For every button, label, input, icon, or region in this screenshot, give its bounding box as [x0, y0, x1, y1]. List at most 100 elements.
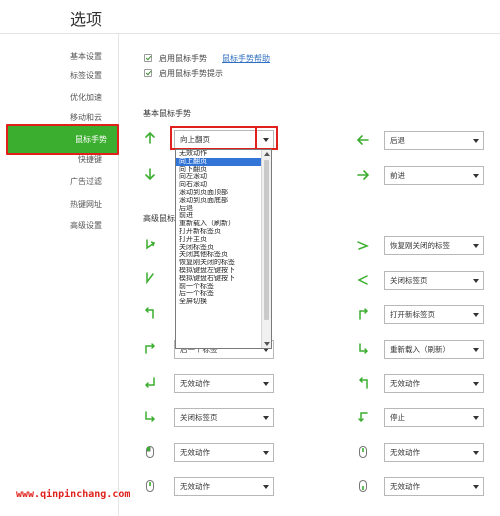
- dropdown-option[interactable]: 后一个标签: [176, 290, 262, 298]
- chevron-down-icon: [473, 451, 479, 455]
- adv-row3-right-value: 打开新标签页: [390, 310, 435, 319]
- enable-gesture-checkbox[interactable]: [144, 54, 152, 62]
- dropdown-option[interactable]: 向左滚动: [176, 173, 262, 181]
- chevron-down-icon: [473, 382, 479, 386]
- mouse-wheel-up-icon: [143, 479, 157, 493]
- advanced-gesture-heading: 高级鼠标: [143, 214, 175, 223]
- gesture-left-select[interactable]: 后退: [384, 131, 484, 150]
- basic-gesture-heading: 基本鼠标手势: [143, 109, 191, 118]
- adv-row6-right-value: 停止: [390, 413, 405, 422]
- sidebar: 基本设置 标签设置 优化加速 移动和云 鼠标手势 快捷键 广告过滤 热键网址 高…: [0, 34, 119, 516]
- dropdown-option[interactable]: 向右滚动: [176, 181, 262, 189]
- gesture-down-right-icon: [143, 410, 157, 424]
- gesture-up-right-icon: [356, 307, 370, 321]
- adv-row6-left-value: 关闭标签页: [180, 413, 218, 422]
- gesture-action-dropdown[interactable]: 无效动作 向上翻页 向下翻页 向左滚动 向右滚动 滚动到页面顶部 滚动到页面底部 后退 前进 重新…: [175, 149, 272, 349]
- gesture-right-down-icon: [356, 342, 370, 356]
- adv-row8-left-value: 无效动作: [180, 482, 210, 491]
- adv-row1-right-select[interactable]: 恢复刚关闭的标签: [384, 236, 484, 255]
- enable-tip-label: 启用鼠标手势提示: [159, 69, 223, 78]
- gesture-right-value: 前进: [390, 171, 405, 180]
- sidebar-item-optimize[interactable]: 优化加速: [0, 88, 119, 108]
- adv-row2-right-value: 关闭标签页: [390, 276, 428, 285]
- chevron-down-icon: [473, 416, 479, 420]
- adv-row5-left-value: 无效动作: [180, 379, 210, 388]
- sidebar-item-tabs[interactable]: 标签设置: [0, 66, 119, 86]
- sidebar-item-advanced[interactable]: 高级设置: [0, 216, 119, 236]
- adv-row7-left-select[interactable]: 无效动作: [174, 443, 274, 462]
- chevron-down-icon: [473, 279, 479, 283]
- gesture-right-left-icon: [356, 238, 370, 252]
- adv-row7-right-select[interactable]: 无效动作: [384, 443, 484, 462]
- scroll-thumb[interactable]: [264, 160, 269, 320]
- sidebar-item-hotkey-urls[interactable]: 热键网址: [0, 195, 119, 215]
- dropdown-option[interactable]: 前进: [176, 212, 262, 220]
- dropdown-option[interactable]: 打开主页: [176, 236, 262, 244]
- dropdown-option[interactable]: 向上翻页: [176, 157, 262, 166]
- adv-row7-right-value: 无效动作: [390, 448, 420, 457]
- dropdown-option[interactable]: 重新载入（刷新）: [176, 220, 262, 228]
- scroll-down-icon[interactable]: [264, 342, 270, 346]
- dropdown-option[interactable]: 模拟键盘右键按下: [176, 275, 262, 283]
- dropdown-option[interactable]: 关闭其他标签页: [176, 251, 262, 259]
- adv-row5-left-select[interactable]: 无效动作: [174, 374, 274, 393]
- chevron-down-icon: [473, 485, 479, 489]
- chevron-down-icon: [473, 313, 479, 317]
- adv-row8-right-value: 无效动作: [390, 482, 420, 491]
- chevron-down-icon: [473, 174, 479, 178]
- adv-row5-right-select[interactable]: 无效动作: [384, 374, 484, 393]
- gesture-right-select[interactable]: 前进: [384, 166, 484, 185]
- adv-row8-right-select[interactable]: 无效动作: [384, 477, 484, 496]
- chevron-down-icon: [263, 416, 269, 420]
- gesture-left-value: 后退: [390, 136, 405, 145]
- adv-row3-right-select[interactable]: 打开新标签页: [384, 305, 484, 324]
- dropdown-option[interactable]: 后退: [176, 205, 262, 213]
- gesture-left-down-corner-icon: [356, 410, 370, 424]
- adv-row5-right-value: 无效动作: [390, 379, 420, 388]
- chevron-down-icon: [263, 451, 269, 455]
- enable-tip-checkbox[interactable]: [144, 69, 152, 77]
- gesture-down-left-icon: [143, 238, 157, 252]
- dropdown-option[interactable]: 全屏切换: [176, 298, 262, 306]
- gesture-up-left-icon: [143, 306, 157, 320]
- scroll-up-icon[interactable]: [264, 152, 270, 156]
- chevron-down-icon: [263, 382, 269, 386]
- dropdown-option[interactable]: 滚动到页面底部: [176, 197, 262, 205]
- dropdown-option[interactable]: 前一个标签: [176, 283, 262, 291]
- dropdown-list: 无效动作 向上翻页 向下翻页 向左滚动 向右滚动 滚动到页面顶部 滚动到页面底部 后退 前进 重新…: [176, 150, 262, 306]
- adv-row4-right-select[interactable]: 重新载入（刷新）: [384, 340, 484, 359]
- dropdown-option[interactable]: 关闭标签页: [176, 244, 262, 252]
- enable-gesture-label: 启用鼠标手势: [159, 54, 207, 63]
- gesture-left-down-icon: [356, 273, 370, 287]
- adv-row8-left-select[interactable]: 无效动作: [174, 477, 274, 496]
- dropdown-option[interactable]: 滚动到页面顶部: [176, 189, 262, 197]
- window-title: 选项: [70, 10, 103, 29]
- dropdown-scrollbar[interactable]: [261, 150, 271, 348]
- adv-row6-right-select[interactable]: 停止: [384, 408, 484, 427]
- highlight-caret-box: [255, 126, 278, 150]
- sidebar-item-basic[interactable]: 基本设置: [0, 47, 119, 67]
- chevron-down-icon: [473, 139, 479, 143]
- chevron-down-icon: [263, 485, 269, 489]
- sidebar-item-shortcuts[interactable]: 快捷键: [0, 150, 119, 170]
- gesture-right-up-icon: [143, 341, 157, 355]
- arrow-up-icon: [143, 131, 157, 145]
- arrow-down-icon: [143, 167, 157, 181]
- adv-row1-right-value: 恢复刚关闭的标签: [390, 241, 450, 250]
- dropdown-option[interactable]: 模拟键盘左键按下: [176, 267, 262, 275]
- dropdown-option[interactable]: 无效动作: [176, 150, 262, 158]
- dropdown-option[interactable]: 向下翻页: [176, 166, 262, 174]
- dropdown-option[interactable]: 恢复刚关闭的标签: [176, 259, 262, 267]
- gesture-down-left-corner-icon: [143, 376, 157, 390]
- arrow-right-icon: [356, 168, 370, 182]
- adv-row4-right-value: 重新载入（刷新）: [390, 345, 450, 354]
- mouse-wheel-down-icon: [356, 479, 370, 493]
- mouse-button-icon: [143, 445, 157, 459]
- adv-row7-left-value: 无效动作: [180, 448, 210, 457]
- sidebar-item-ad-filter[interactable]: 广告过滤: [0, 172, 119, 192]
- gesture-left-up-icon: [356, 376, 370, 390]
- dropdown-option[interactable]: 打开新标签页: [176, 228, 262, 236]
- adv-row2-right-select[interactable]: 关闭标签页: [384, 271, 484, 290]
- gesture-help-link[interactable]: 鼠标手势帮助: [222, 53, 270, 64]
- adv-row6-left-select[interactable]: 关闭标签页: [174, 408, 274, 427]
